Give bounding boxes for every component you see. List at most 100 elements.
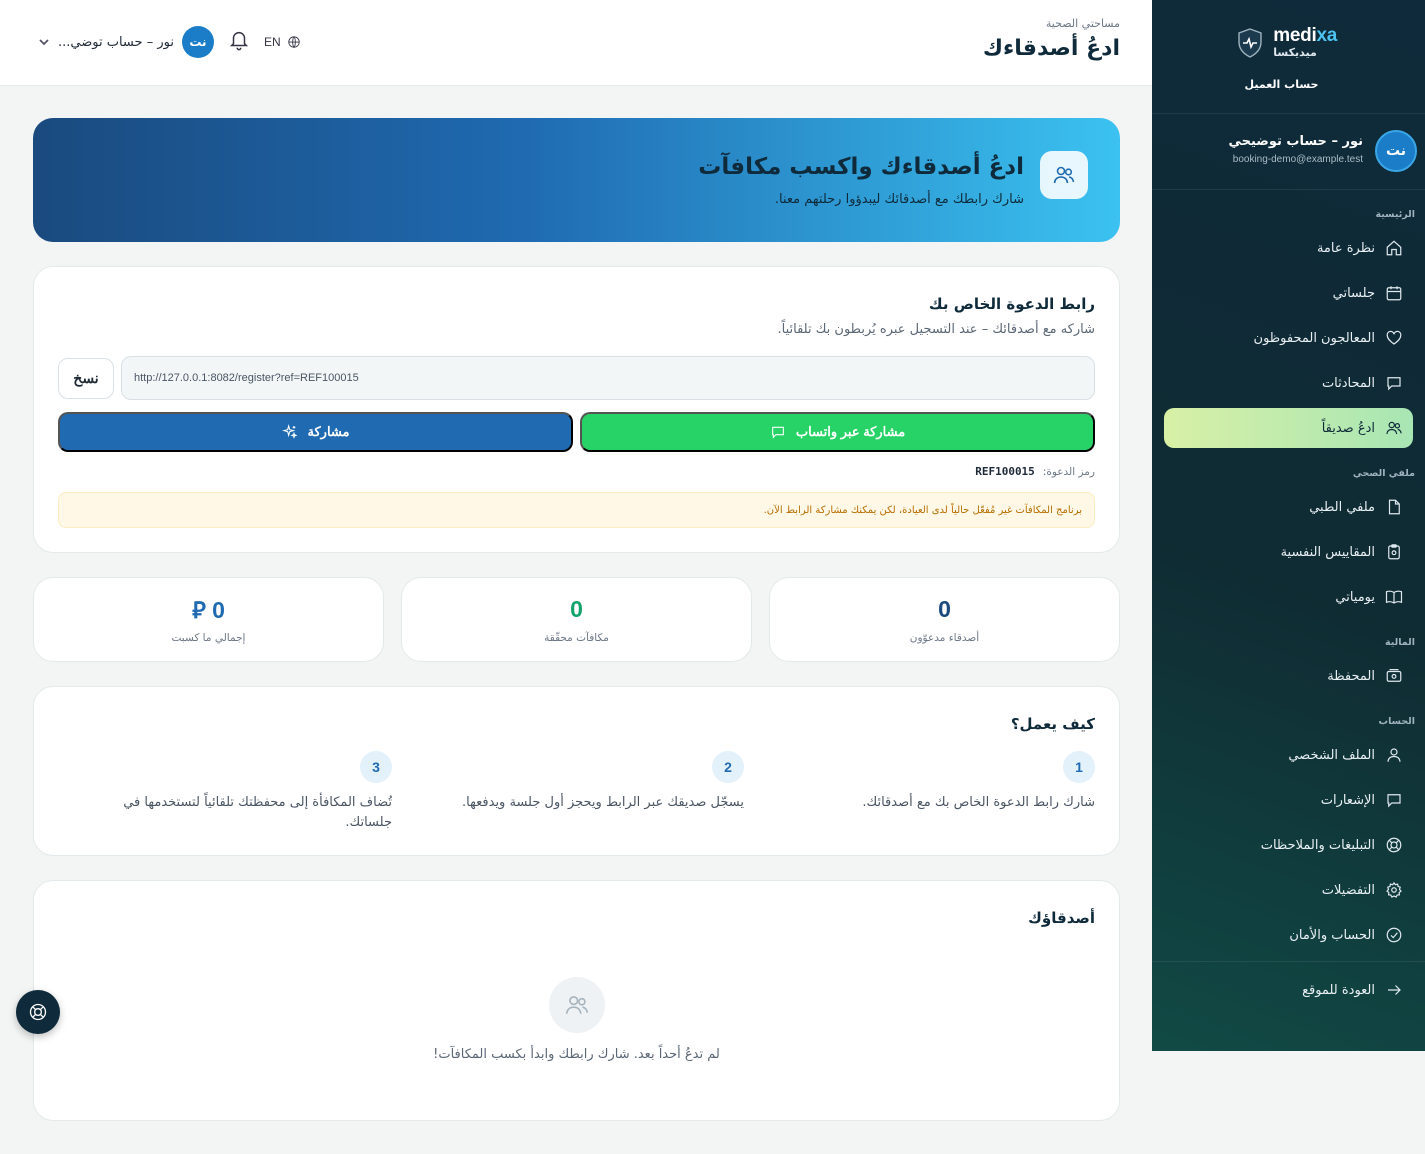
globe-icon: [287, 36, 300, 48]
share-label: مشاركة: [307, 424, 350, 439]
sparkles-icon: [281, 424, 298, 439]
whatsapp-share-label: مشاركة عبر واتساب: [795, 424, 906, 439]
stat-value: 0: [570, 596, 583, 622]
sidebar-item-reports[interactable]: التبليغات والملاحظات: [1164, 825, 1413, 865]
empty-state-icon: [549, 977, 605, 1033]
users-icon: [1386, 421, 1402, 435]
nav-divider: العودة للموقع: [1152, 961, 1425, 1010]
avatar: نت: [1375, 130, 1417, 172]
invite-code-label: رمز الدعوة:: [1042, 465, 1095, 478]
friends-title: أصدقاؤك: [1028, 909, 1095, 927]
brand-name-ar: ميديكسا: [1273, 46, 1317, 59]
sidebar-item-label: ادعُ صديقاً: [1321, 420, 1375, 436]
sidebar-item-label: التفضيلات: [1321, 882, 1375, 898]
sidebar: medixa ميديكسا حساب العميل نت نور – حساب…: [1152, 0, 1425, 1051]
sidebar-item-saved-therapists[interactable]: المعالجون المحفوظون: [1164, 318, 1413, 358]
shield-icon: [1238, 28, 1262, 58]
share-button[interactable]: مشاركة: [58, 412, 573, 452]
top-header: مساحتي الصحية ادعُ أصدقاءك EN نت نور – ح…: [0, 0, 1152, 86]
sidebar-item-overview[interactable]: نظرة عامة: [1164, 228, 1413, 268]
sidebar-item-label: يومياتي: [1335, 589, 1375, 605]
friends-card: أصدقاؤك لم تدعُ أحداً بعد. شارك رابطك وا…: [33, 880, 1120, 1121]
step-text: يسجّل صديقك عبر الرابط ويحجز أول جلسة وي…: [462, 795, 744, 810]
copy-button[interactable]: نسخ: [58, 358, 114, 399]
hero-subtitle: شارك رابطك مع أصدقائك ليبدؤوا رحلتهم معن…: [774, 192, 1024, 207]
sidebar-item-journal[interactable]: يومياتي: [1164, 577, 1413, 617]
breadcrumb[interactable]: مساحتي الصحية: [1046, 17, 1120, 30]
stat-value: 0 ⃁: [192, 597, 225, 623]
sidebar-item-psych-scales[interactable]: المقاييس النفسية: [1164, 532, 1413, 572]
brand-block: medixa ميديكسا حساب العميل: [1152, 0, 1425, 114]
sidebar-user[interactable]: نت نور – حساب توضيحي booking-demo@exampl…: [1152, 114, 1425, 190]
lifebuoy-icon: [29, 1003, 47, 1021]
nav-section-finance: المالية: [1385, 637, 1415, 648]
sidebar-item-back-to-site[interactable]: العودة للموقع: [1164, 970, 1413, 1010]
user-icon: [1387, 748, 1401, 762]
step-text: تُضاف المكافأة إلى محفظتك تلقائياً لتستخ…: [123, 795, 392, 830]
sidebar-item-security[interactable]: الحساب والأمان: [1164, 915, 1413, 955]
sidebar-item-label: الملف الشخصي: [1288, 747, 1375, 763]
chevron-down-icon: [38, 33, 50, 52]
chat-icon: [1387, 377, 1401, 391]
sidebar-item-label: العودة للموقع: [1302, 982, 1375, 998]
sidebar-item-sessions[interactable]: جلساتي: [1164, 273, 1413, 313]
language-switch[interactable]: EN: [264, 35, 301, 49]
support-button[interactable]: [16, 990, 60, 1034]
arrow-right-icon: [1388, 985, 1401, 995]
step-number: 3: [360, 751, 392, 783]
notifications-button[interactable]: [228, 29, 250, 55]
nav-section-account: الحساب: [1378, 716, 1415, 727]
book-icon: [1385, 590, 1403, 604]
invite-card-subtitle: شاركه مع أصدقائك – عند التسجيل عبره يُرب…: [777, 322, 1095, 337]
file-icon: [1388, 499, 1400, 515]
avatar: نت: [181, 26, 214, 58]
chat-icon: [771, 426, 784, 439]
brand-name-prefix: medi: [1273, 25, 1317, 46]
whatsapp-share-button[interactable]: مشاركة عبر واتساب: [580, 412, 1095, 452]
users-icon: [565, 996, 589, 1014]
chat-bubble-icon: [1387, 794, 1401, 808]
clipboard-icon: [1388, 544, 1400, 560]
calendar-icon: [1386, 286, 1402, 301]
user-email: booking-demo@example.test: [1232, 154, 1363, 165]
home-icon: [1386, 240, 1402, 256]
sidebar-item-preferences[interactable]: التفضيلات: [1164, 870, 1413, 910]
sidebar-item-conversations[interactable]: المحادثات: [1164, 363, 1413, 403]
nav-section-main: الرئيسية: [1375, 209, 1415, 220]
invite-card-title: رابط الدعوة الخاص بك: [928, 295, 1095, 313]
invite-link-card: رابط الدعوة الخاص بك شاركه مع أصدقائك – …: [33, 266, 1120, 553]
sidebar-item-medical-file[interactable]: ملفي الطبي: [1164, 487, 1413, 527]
step-number: 2: [712, 751, 744, 783]
lifebuoy-icon: [1386, 837, 1402, 853]
wallet-icon: [1386, 669, 1402, 682]
invite-code-row: رمز الدعوة: REF100015: [975, 465, 1095, 478]
sidebar-item-invite-friend[interactable]: ادعُ صديقاً: [1164, 408, 1413, 448]
sidebar-item-label: ملفي الطبي: [1309, 499, 1375, 515]
how-it-works-card: كيف يعمل؟ 1 شارك رابط الدعوة الخاص بك مع…: [33, 686, 1120, 856]
hero-icon-box: [1040, 151, 1088, 199]
stat-label: إجمالي ما كسبت: [171, 632, 246, 644]
user-name: نور – حساب توضيحي: [1228, 134, 1363, 149]
language-label: EN: [263, 35, 281, 49]
sidebar-item-notifications[interactable]: الإشعارات: [1164, 780, 1413, 820]
sidebar-item-label: الإشعارات: [1320, 792, 1375, 808]
sidebar-item-wallet[interactable]: المحفظة: [1164, 656, 1413, 696]
check-circle-icon: [1386, 927, 1402, 943]
stat-rewards-achieved: 0 مكافآت محقّقة: [401, 577, 752, 662]
sidebar-item-label: التبليغات والملاحظات: [1260, 837, 1375, 853]
sidebar-item-label: نظرة عامة: [1316, 240, 1375, 256]
sidebar-nav: الرئيسية نظرة عامة جلساتي المعالجون المح…: [1152, 190, 1425, 1010]
bell-icon: [229, 32, 249, 51]
step-text: شارك رابط الدعوة الخاص بك مع أصدقائك.: [862, 795, 1095, 810]
brand-logo[interactable]: medixa ميديكسا: [1237, 26, 1337, 60]
invite-link-input[interactable]: [121, 356, 1095, 400]
account-type-label: حساب العميل: [1244, 78, 1319, 91]
sidebar-item-label: المعالجون المحفوظون: [1253, 330, 1375, 346]
user-menu[interactable]: نت نور – حساب توضي...: [38, 26, 214, 58]
stat-invited-friends: 0 أصدقاء مدعوّون: [769, 577, 1120, 662]
page-title: ادعُ أصدقاءك: [982, 36, 1120, 61]
sidebar-item-label: المحادثات: [1321, 375, 1375, 391]
sidebar-item-profile[interactable]: الملف الشخصي: [1164, 735, 1413, 775]
sidebar-item-label: المقاييس النفسية: [1280, 544, 1375, 560]
sidebar-item-label: جلساتي: [1332, 285, 1375, 301]
